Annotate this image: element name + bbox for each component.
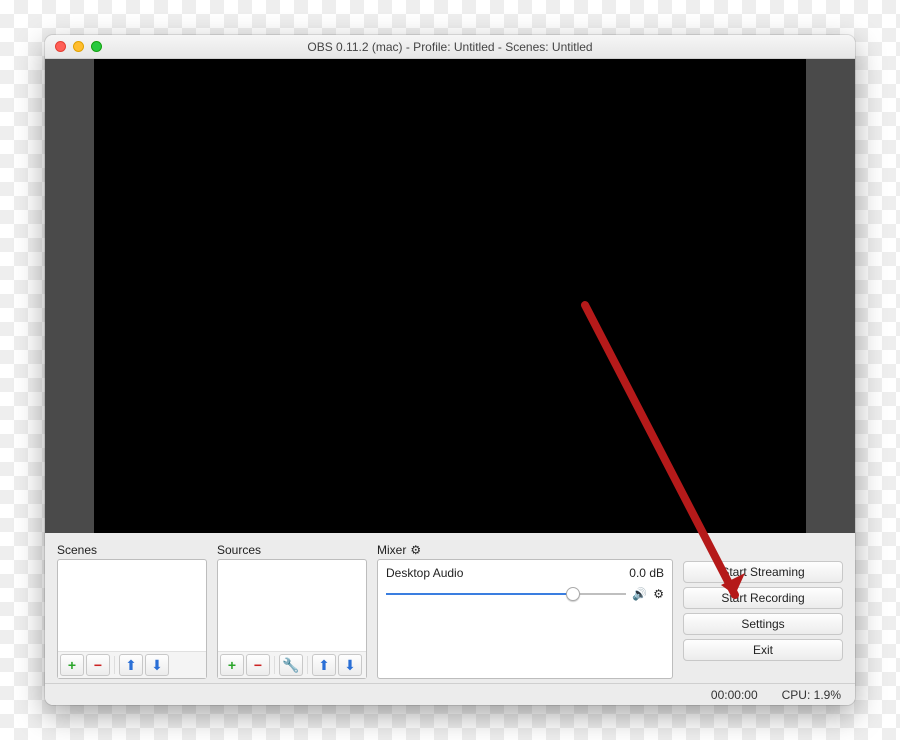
- move-source-up-button arrow-up-icon[interactable]: ⬆: [312, 654, 336, 676]
- window-controls: [55, 41, 102, 52]
- sources-toolbar: + − 🔧 ⬆ ⬇: [218, 651, 366, 678]
- lower-panels: Scenes + − ⬆ ⬇ Sources + −: [45, 533, 855, 683]
- start-recording-button[interactable]: Start Recording: [683, 587, 843, 609]
- move-source-down-button arrow-down-icon[interactable]: ⬇: [338, 654, 362, 676]
- mixer-track-settings-icon gear-icon[interactable]: [653, 587, 664, 601]
- remove-scene-button minus-icon[interactable]: −: [86, 654, 110, 676]
- preview-canvas[interactable]: [94, 59, 807, 533]
- add-scene-button plus-icon[interactable]: +: [60, 654, 84, 676]
- preview-area: [45, 59, 855, 533]
- mixer-label-text: Mixer: [377, 543, 406, 557]
- control-buttons: Start Streaming Start Recording Settings…: [683, 543, 843, 679]
- app-window: OBS 0.11.2 (mac) - Profile: Untitled - S…: [45, 35, 855, 705]
- mixer-track-level: 0.0 dB: [629, 566, 664, 580]
- window-title: OBS 0.11.2 (mac) - Profile: Untitled - S…: [307, 40, 592, 54]
- add-source-button plus-icon[interactable]: +: [220, 654, 244, 676]
- mixer-track-name: Desktop Audio: [386, 566, 463, 580]
- sources-panel: Sources + − 🔧 ⬆ ⬇: [217, 543, 367, 679]
- scenes-label: Scenes: [57, 543, 207, 557]
- mixer-mute-icon speaker-icon[interactable]: [632, 587, 647, 601]
- status-bar: 00:00:00 CPU: 1.9%: [45, 683, 855, 705]
- move-scene-down-button arrow-down-icon[interactable]: ⬇: [145, 654, 169, 676]
- scenes-panel: Scenes + − ⬆ ⬇: [57, 543, 207, 679]
- start-streaming-button[interactable]: Start Streaming: [683, 561, 843, 583]
- exit-button[interactable]: Exit: [683, 639, 843, 661]
- move-scene-up-button arrow-up-icon[interactable]: ⬆: [119, 654, 143, 676]
- status-cpu: CPU: 1.9%: [782, 688, 841, 702]
- titlebar: OBS 0.11.2 (mac) - Profile: Untitled - S…: [45, 35, 855, 59]
- sources-list[interactable]: + − 🔧 ⬆ ⬇: [217, 559, 367, 679]
- mixer-settings-icon gear-icon[interactable]: [410, 543, 421, 557]
- zoom-icon[interactable]: [91, 41, 102, 52]
- sources-label: Sources: [217, 543, 367, 557]
- scenes-list[interactable]: + − ⬆ ⬇: [57, 559, 207, 679]
- close-icon[interactable]: [55, 41, 66, 52]
- mixer-volume-slider[interactable]: [386, 586, 626, 602]
- minimize-icon[interactable]: [73, 41, 84, 52]
- mixer-label: Mixer: [377, 543, 673, 557]
- remove-source-button minus-icon[interactable]: −: [246, 654, 270, 676]
- scenes-toolbar: + − ⬆ ⬇: [58, 651, 206, 678]
- mixer-panel: Mixer Desktop Audio 0.0 dB: [377, 543, 673, 679]
- settings-button[interactable]: Settings: [683, 613, 843, 635]
- source-properties-button wrench-icon[interactable]: 🔧: [279, 654, 303, 676]
- status-time: 00:00:00: [711, 688, 758, 702]
- mixer-box: Desktop Audio 0.0 dB: [377, 559, 673, 679]
